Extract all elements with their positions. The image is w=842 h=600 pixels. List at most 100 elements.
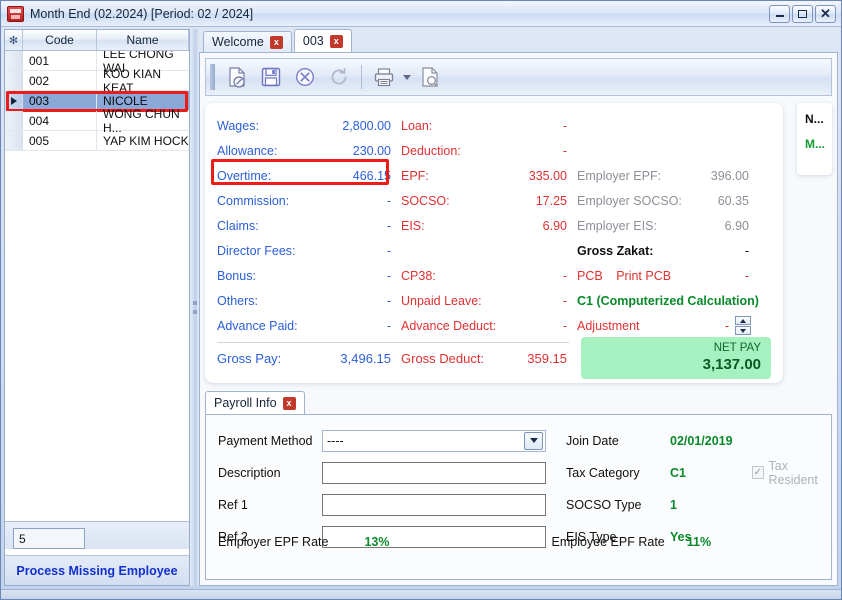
label-loan: Loan: xyxy=(391,119,501,133)
save-icon[interactable] xyxy=(254,62,288,92)
payroll-info-tabstrip: Payroll Info x xyxy=(205,391,832,414)
payroll-info-left-column: Payment Method ---- Description xyxy=(206,427,546,579)
chevron-down-icon[interactable] xyxy=(524,432,543,450)
field-ref1: Ref 1 xyxy=(218,491,546,518)
side-mini-panel: N... M... xyxy=(797,103,832,175)
value-employer-epf-rate: 13% xyxy=(364,535,389,549)
refresh-icon[interactable] xyxy=(322,62,356,92)
print-preview-icon[interactable] xyxy=(413,62,447,92)
value-unpaid-leave[interactable]: - xyxy=(501,294,567,308)
record-count-field[interactable]: 5 xyxy=(13,528,85,549)
value-tax-category: C1 xyxy=(670,466,752,480)
payment-method-select[interactable]: ---- xyxy=(322,430,546,452)
print-dropdown-caret-icon[interactable] xyxy=(401,75,413,80)
label-wages: Wages: xyxy=(217,119,329,133)
label-deduction: Deduction: xyxy=(391,144,501,158)
field-payment-method: Payment Method ---- xyxy=(218,427,546,454)
cell-code: 005 xyxy=(23,131,97,150)
value-director-fees[interactable]: - xyxy=(329,244,391,258)
value-eis[interactable]: 6.90 xyxy=(501,219,567,233)
payroll-totals-row: Gross Pay: 3,496.15 Gross Deduct: 359.15… xyxy=(217,343,771,373)
value-deduction[interactable]: - xyxy=(501,144,567,158)
tab-close-icon[interactable]: x xyxy=(283,397,296,410)
label-payment-method: Payment Method xyxy=(218,434,322,448)
main-panel: Welcome x 003 x xyxy=(199,29,838,586)
label-adjustment: Adjustment xyxy=(567,319,685,333)
payroll-row-commission: Commission: - SOCSO: 17.25 Employer SOCS… xyxy=(217,188,771,213)
edit-document-icon[interactable] xyxy=(220,62,254,92)
row-indicator xyxy=(5,111,23,130)
spinner-up-icon[interactable] xyxy=(735,316,751,325)
tax-calculation-method: C1 (Computerized Calculation) xyxy=(567,294,759,308)
tab-strip: Welcome x 003 x xyxy=(199,29,838,53)
label-gross-deduct: Gross Deduct: xyxy=(391,351,501,366)
maximize-button[interactable] xyxy=(792,5,813,23)
table-row[interactable]: 004 WONG CHUN H... xyxy=(5,111,189,131)
value-commission[interactable]: - xyxy=(329,194,391,208)
row-indicator xyxy=(5,51,23,70)
value-loan[interactable]: - xyxy=(501,119,567,133)
label-eis: EIS: xyxy=(391,219,501,233)
label-director-fees: Director Fees: xyxy=(217,244,329,258)
tab-label: 003 xyxy=(303,34,324,48)
adjustment-spinner[interactable] xyxy=(735,316,751,335)
value-epf[interactable]: 335.00 xyxy=(501,169,567,183)
payroll-row-claims: Claims: - EIS: 6.90 Employer EIS: 6.90 xyxy=(217,213,771,238)
value-gross-deduct: 359.15 xyxy=(501,351,567,366)
label-description: Description xyxy=(218,466,322,480)
label-gross-zakat: Gross Zakat: xyxy=(567,244,685,258)
field-socso-type: SOCSO Type 1 xyxy=(566,491,831,518)
close-icon[interactable]: ✕ xyxy=(815,5,836,23)
value-cp38[interactable]: - xyxy=(501,269,567,283)
tab-close-icon[interactable]: x xyxy=(330,35,343,48)
toolbar xyxy=(205,58,832,96)
table-row[interactable]: 002 KOO KIAN KEAT xyxy=(5,71,189,91)
window-controls: ✕ xyxy=(769,5,839,23)
application-window: Month End (02.2024) [Period: 02 / 2024] … xyxy=(0,0,842,600)
value-employee-epf-rate: 11% xyxy=(687,535,711,549)
value-advance-deduct[interactable]: - xyxy=(501,319,567,333)
label-gross-pay: Gross Pay: xyxy=(217,351,329,366)
value-claims[interactable]: - xyxy=(329,219,391,233)
cancel-icon[interactable] xyxy=(288,62,322,92)
tab-payroll-info[interactable]: Payroll Info x xyxy=(205,391,305,414)
tab-003[interactable]: 003 x xyxy=(294,29,352,52)
value-advance-paid[interactable]: - xyxy=(329,319,391,333)
spinner-down-icon[interactable] xyxy=(735,326,751,335)
value-gross-pay: 3,496.15 xyxy=(329,351,391,366)
cell-code: 003 xyxy=(23,91,97,110)
table-row[interactable]: 005 YAP KIM HOCK xyxy=(5,131,189,151)
field-join-date: Join Date 02/01/2019 xyxy=(566,427,831,454)
value-adjustment[interactable]: - xyxy=(685,319,729,333)
column-header-name[interactable]: Name xyxy=(97,30,189,50)
column-header-code[interactable]: Code xyxy=(23,30,97,50)
value-overtime[interactable]: 466.15 xyxy=(329,169,391,183)
row-indicator xyxy=(5,71,23,90)
description-input[interactable] xyxy=(322,462,546,484)
tab-welcome[interactable]: Welcome x xyxy=(203,31,292,52)
value-bonus[interactable]: - xyxy=(329,269,391,283)
payroll-row-others: Others: - Unpaid Leave: - C1 (Computeriz… xyxy=(217,288,771,313)
epf-rates-row: Employer EPF Rate 13% Employee EPF Rate … xyxy=(206,535,831,549)
process-missing-employee-link[interactable]: Process Missing Employee xyxy=(5,555,189,585)
value-others[interactable]: - xyxy=(329,294,391,308)
pcb-group: PCB Print PCB xyxy=(567,269,685,283)
row-indicator xyxy=(5,131,23,150)
print-pcb-link[interactable]: Print PCB xyxy=(616,269,671,283)
value-wages[interactable]: 2,800.00 xyxy=(329,119,391,133)
ref1-input[interactable] xyxy=(322,494,546,516)
value-allowance[interactable]: 230.00 xyxy=(329,144,391,158)
employee-grid-header: ✻ Code Name xyxy=(5,30,189,51)
tab-close-icon[interactable]: x xyxy=(270,36,283,49)
value-employer-eis: 6.90 xyxy=(685,219,749,233)
print-icon[interactable] xyxy=(367,62,401,92)
pane-splitter[interactable] xyxy=(190,29,199,586)
toolbar-drag-handle[interactable] xyxy=(210,64,215,90)
minimize-button[interactable] xyxy=(769,5,790,23)
field-tax-category: Tax Category C1 ✓ Tax Resident xyxy=(566,459,831,486)
value-socso[interactable]: 17.25 xyxy=(501,194,567,208)
value-join-date: 02/01/2019 xyxy=(670,434,752,448)
payroll-row-director-fees: Director Fees: - Gross Zakat: - xyxy=(217,238,771,263)
mini-panel-line-1: N... xyxy=(805,112,832,126)
net-pay-label: NET PAY xyxy=(714,342,761,355)
